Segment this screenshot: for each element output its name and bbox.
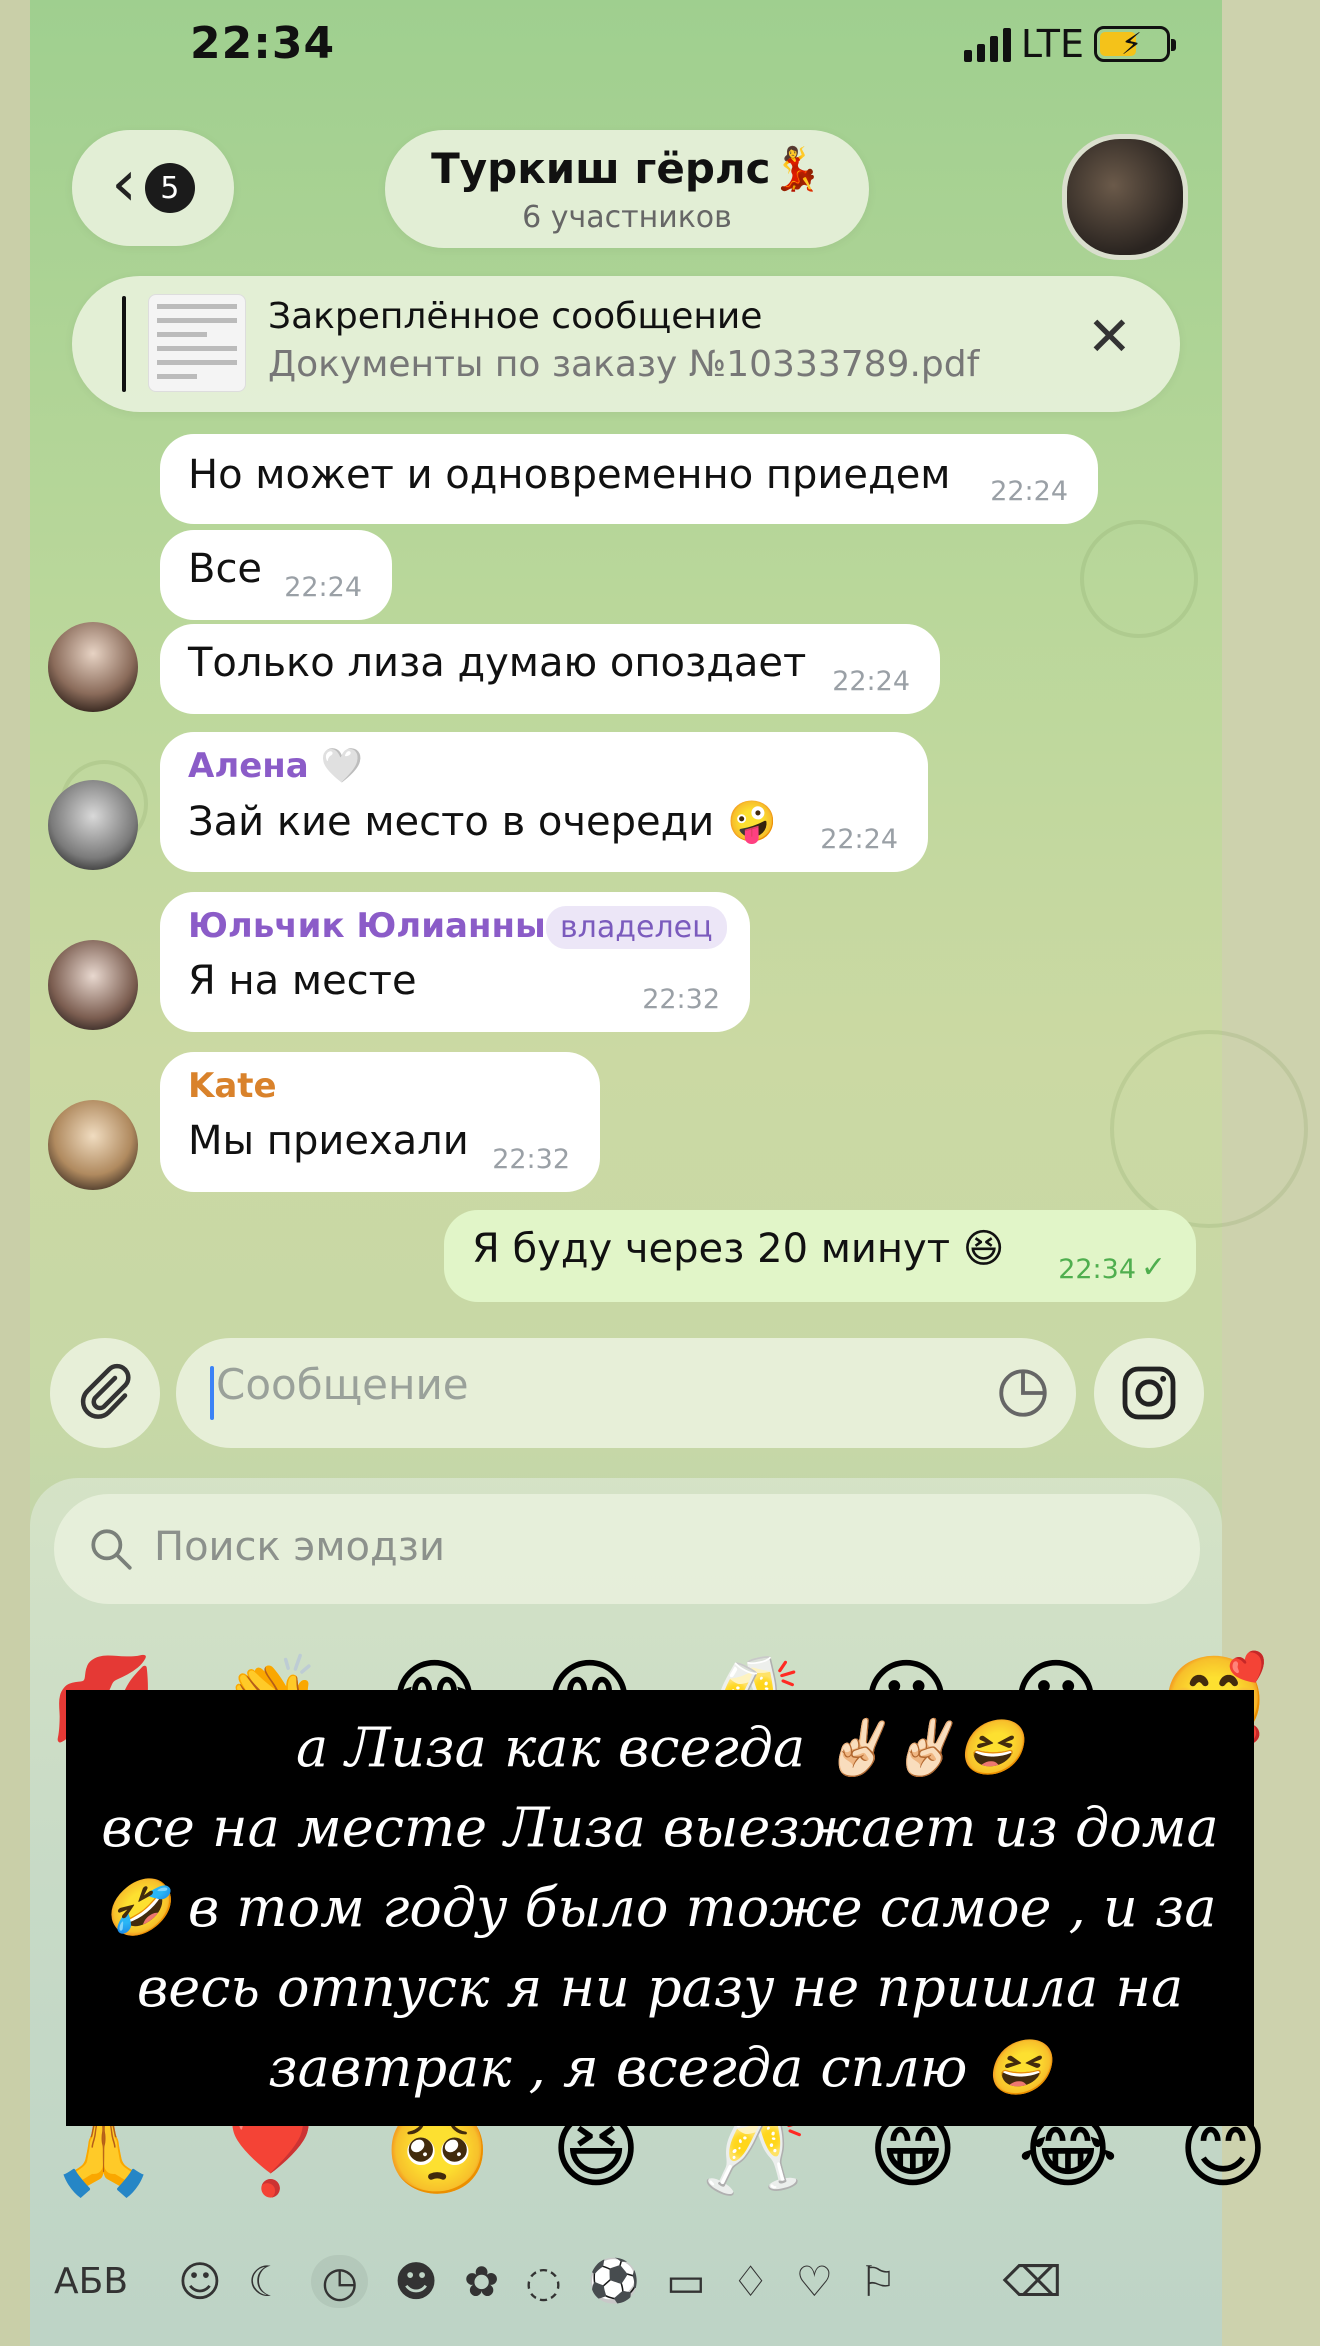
chat-subtitle: 6 участников [522,199,732,235]
chevron-left-icon: ‹ [111,147,137,221]
wallpaper-doodle [1110,1030,1308,1228]
message-bubble[interactable]: Но может и одновременно приедем 22:24 [160,434,1098,524]
smile-face-icon[interactable]: ☺ [178,2257,222,2306]
wallpaper-doodle [1080,520,1198,638]
network-type: LTE [1020,22,1084,66]
message-bubble[interactable]: Kate Мы приехали 22:32 [160,1052,600,1192]
instagram-icon[interactable] [1094,1338,1204,1448]
pinned-subtitle: Документы по заказу №10333789.pdf [268,344,980,385]
message-text: Я буду через 20 минут 😆 [472,1226,1005,1272]
story-text-overlay: а Лиза как всегда ✌🏻✌🏻😆 все на месте Лиз… [66,1690,1254,2126]
message-time: 22:24 [284,572,362,603]
text-cursor [210,1366,214,1420]
back-button[interactable]: ‹ 5 [72,130,234,246]
message-text: Только лиза думаю опоздает [188,640,807,686]
backspace-icon[interactable]: ⌫ [1003,2257,1062,2306]
message-time: 22:24 [832,666,910,697]
emoji-search-input[interactable]: Поиск эмодзи [54,1494,1200,1604]
abc-keyboard-button[interactable]: АБВ [54,2261,128,2302]
lightbulb-icon[interactable]: ♢ [732,2257,770,2306]
moon-icon[interactable]: ☾ [248,2257,286,2306]
chat-title-pill[interactable]: Туркиш гёрлс💃 6 участников [385,130,869,248]
unread-badge: 5 [144,163,195,213]
sender-name: Kate [188,1066,277,1106]
car-icon[interactable]: ▭ [666,2257,706,2306]
emoji-category-bar: АБВ ☺ ☾ ◷ ☻ ✿ ◌ ⚽ ▭ ♢ ♡ ⚐ ⌫ [54,2246,1194,2316]
outgoing-message-bubble[interactable]: Я буду через 20 минут 😆 22:34 ✓ [444,1210,1196,1302]
search-icon [86,1524,136,1578]
read-check-icon: ✓ [1140,1250,1166,1285]
status-time: 22:34 [190,18,336,69]
message-text: Все [188,546,263,592]
flag-icon[interactable]: ⚐ [859,2257,897,2306]
message-time: 22:32 [642,984,720,1015]
pinned-message-bar[interactable]: Закреплённое сообщение Документы по зака… [72,276,1180,412]
clock-icon[interactable]: ◷ [311,2254,369,2308]
emoji-face-icon[interactable]: ☻ [394,2257,438,2306]
message-bubble[interactable]: Алена 🤍 Зай кие место в очереди 🤪 22:24 [160,732,928,872]
message-text: Зай кие место в очереди 🤪 [188,799,777,845]
pinned-title: Закреплённое сообщение [268,296,763,337]
message-text: Но может и одновременно приедем [188,452,951,498]
sender-name: Юльчик Юлианны [188,906,546,946]
message-bubble[interactable]: Только лиза думаю опоздает 22:24 [160,624,940,714]
sender-name: Алена 🤍 [188,746,363,786]
left-margin [0,0,30,2346]
battery-charging-icon: ⚡ [1094,26,1176,62]
status-indicators: LTE ⚡ [963,22,1176,66]
avatar[interactable] [48,940,138,1030]
message-text: Я на месте [188,958,417,1004]
attach-icon[interactable] [50,1338,160,1448]
message-bubble[interactable]: Юльчик Юлианны владелец Я на месте 22:32 [160,892,750,1032]
heart-icon[interactable]: ♡ [795,2257,833,2306]
cellular-signal-icon [963,26,1011,62]
chat-title: Туркиш гёрлс💃 [431,143,823,193]
avatar[interactable] [48,622,138,712]
message-time: 22:24 [990,476,1068,507]
group-avatar[interactable] [1062,134,1188,260]
animal-icon[interactable]: ✿ [464,2257,499,2306]
sticker-icon[interactable] [994,1364,1052,1426]
document-thumbnail [148,294,246,392]
avatar[interactable] [48,780,138,870]
app-screen: 22:34 LTE ⚡ ‹ 5 Туркиш гёрлс💃 6 участник… [0,0,1320,2346]
message-time: 22:34 [1058,1254,1136,1285]
pinned-indicator [122,296,126,392]
emoji-search-placeholder: Поиск эмодзи [154,1524,445,1570]
message-bubble[interactable]: Все 22:24 [160,530,392,620]
message-time: 22:24 [820,824,898,855]
message-input[interactable]: Сообщение [176,1338,1076,1448]
owner-badge: владелец [546,906,727,949]
message-time: 22:32 [492,1144,570,1175]
ball-icon[interactable]: ⚽ [588,2256,640,2306]
close-icon[interactable]: ✕ [1087,310,1132,364]
message-input-placeholder: Сообщение [216,1360,469,1409]
avatar[interactable] [48,1100,138,1190]
story-caption: а Лиза как всегда ✌🏻✌🏻😆 все на месте Лиз… [101,1716,1219,2099]
food-icon[interactable]: ◌ [525,2257,562,2306]
message-text: Мы приехали [188,1118,469,1164]
